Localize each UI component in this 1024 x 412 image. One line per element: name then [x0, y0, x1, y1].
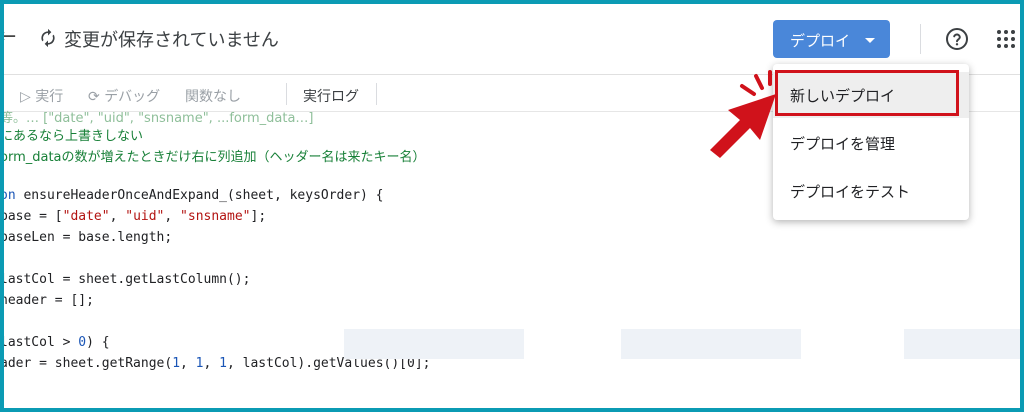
code-line: on ensureHeaderOnceAndExpand_(sheet, key… — [4, 188, 384, 208]
code-text: ader = sheet.getRange( — [4, 356, 173, 371]
blurred-region — [621, 329, 801, 359]
function-select[interactable]: 関数なし — [185, 86, 241, 106]
code-text: , — [109, 209, 126, 224]
divider — [920, 24, 921, 54]
menu-item-test-deploy[interactable]: デプロイをテスト — [773, 168, 969, 214]
deploy-button-label: デプロイ — [790, 32, 851, 50]
unsaved-status: 変更が保存されていません — [64, 30, 279, 51]
code-keyword: on — [4, 188, 16, 203]
run-label: 実行 — [35, 89, 64, 105]
menu-item-label: デプロイを管理 — [790, 135, 896, 153]
apps-grid-icon[interactable] — [997, 30, 1015, 48]
code-text: base = [ — [4, 209, 63, 224]
divider — [376, 83, 377, 105]
debug-label: デバッグ — [104, 89, 161, 105]
code-line: lastCol > 0) { — [4, 335, 110, 355]
play-icon: ▷ — [20, 89, 36, 105]
code-text: , — [164, 209, 181, 224]
code-line: header = []; — [4, 293, 94, 308]
screen: ← 変更が保存されていません デプロイ ▷ 実行 ⟳ デバッグ 関数なし 実行ロ… — [4, 4, 1020, 408]
code-number: 1 — [219, 356, 227, 371]
deploy-button[interactable]: デプロイ — [773, 20, 890, 58]
code-text: ) { — [86, 335, 110, 350]
code-number: 1 — [172, 356, 181, 371]
code-number: 0 — [78, 335, 87, 350]
debug-icon: ⟳ — [88, 89, 105, 105]
code-number: 1 — [195, 356, 204, 371]
code-line: orm_dataの数が増えたときだけ右に列追加（ヘッダー名は来たキー名） — [4, 150, 426, 165]
menu-item-manage-deploy[interactable]: デプロイを管理 — [773, 120, 969, 166]
blurred-region — [904, 329, 1020, 359]
code-line: にあるなら上書きしない — [4, 129, 144, 144]
code-line: base = ["date", "uid", "snsname"]; — [4, 209, 266, 229]
debug-button[interactable]: ⟳ デバッグ — [88, 86, 160, 106]
blurred-region — [344, 329, 524, 359]
code-line: baseLen = base.length; — [4, 230, 173, 245]
divider — [286, 83, 287, 105]
code-text: ]; — [250, 209, 267, 224]
code-string: "snsname" — [180, 209, 251, 224]
cursor-arrow-icon — [710, 70, 776, 158]
menu-item-label: デプロイをテスト — [790, 183, 911, 201]
run-button[interactable]: ▷ 実行 — [20, 86, 63, 106]
highlight-box — [775, 70, 959, 116]
back-arrow-icon[interactable]: ← — [4, 24, 16, 49]
code-string: "uid" — [125, 209, 165, 224]
code-text: ensureHeaderOnceAndExpand_(sheet, keysOr… — [23, 188, 384, 203]
sync-off-icon — [41, 28, 55, 48]
code-line: 等。… ["date", "uid", "snsname", ...form_d… — [4, 111, 314, 126]
code-line: ader = sheet.getRange(1, 1, 1, lastCol).… — [4, 356, 430, 376]
code-string: "date" — [62, 209, 110, 224]
code-line: lastCol = sheet.getLastColumn(); — [4, 272, 251, 287]
execution-log-button[interactable]: 実行ログ — [303, 86, 359, 106]
code-text: lastCol > — [4, 335, 79, 350]
help-icon[interactable] — [945, 27, 969, 51]
chevron-down-icon — [865, 38, 875, 43]
code-text: , — [180, 356, 196, 371]
code-text: , — [203, 356, 220, 371]
